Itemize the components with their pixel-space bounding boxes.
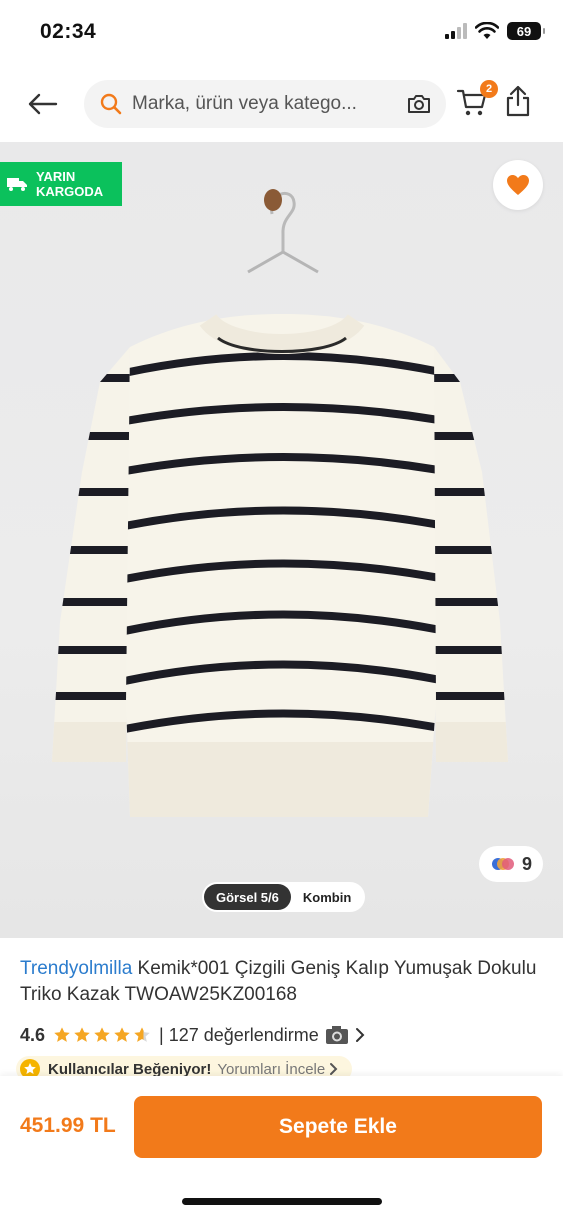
- star-icon: [94, 1027, 110, 1042]
- hanger-bar: [247, 250, 319, 274]
- image-tabs: Görsel 5/6 Kombin: [202, 882, 366, 912]
- rating-value: 4.6: [20, 1024, 46, 1045]
- star-icon: [114, 1027, 130, 1042]
- cargo-text: YARIN KARGODA: [36, 169, 103, 199]
- camera-icon[interactable]: [406, 92, 432, 116]
- tab-kombin[interactable]: Kombin: [291, 884, 363, 910]
- star-icon: [54, 1027, 70, 1042]
- brand-link[interactable]: Trendyolmilla: [20, 958, 132, 979]
- battery-level: 69: [516, 23, 532, 39]
- home-indicator[interactable]: [182, 1198, 382, 1205]
- color-palette-icon: [491, 858, 514, 870]
- bottom-action-bar: 451.99 TL Sepete Ekle: [0, 1076, 563, 1218]
- battery-icon: 69: [507, 22, 545, 40]
- price: 451.99 TL: [20, 1114, 116, 1137]
- top-nav: Marka, ürün veya katego... 2: [0, 72, 563, 136]
- search-placeholder: Marka, ürün veya katego...: [132, 93, 357, 114]
- truck-icon: [7, 178, 27, 191]
- rating-row[interactable]: 4.6 | 127 değerlendirme: [20, 1022, 365, 1048]
- half-star-icon: [134, 1027, 150, 1042]
- review-count: | 127 değerlendirme: [159, 1024, 319, 1045]
- heart-icon: [507, 175, 529, 195]
- signal-icon: [445, 23, 467, 39]
- add-to-cart-button[interactable]: Sepete Ekle: [134, 1096, 542, 1158]
- status-icons: 69: [445, 22, 545, 40]
- camera-photo-icon: [325, 1026, 348, 1044]
- hanger-knob: [264, 189, 282, 211]
- favorite-button[interactable]: [493, 160, 543, 210]
- status-bar: 02:34 69: [0, 0, 563, 68]
- rating-stars: [53, 1026, 151, 1044]
- color-variants-button[interactable]: 9: [479, 846, 543, 882]
- cargo-badge: YARIN KARGODA: [0, 162, 122, 206]
- back-button[interactable]: [22, 86, 62, 122]
- like-text: Kullanıcılar Beğeniyor!: [48, 1060, 212, 1078]
- product-image-gallery[interactable]: YARIN KARGODA 9 Görsel 5/6 Kombin: [0, 142, 563, 938]
- status-time: 02:34: [40, 20, 97, 43]
- cart-count-badge: 2: [480, 80, 498, 98]
- product-title: Trendyolmilla Kemik*001 Çizgili Geniş Ka…: [20, 956, 545, 1008]
- reviews-inspect-link[interactable]: Yorumları İncele: [217, 1061, 325, 1078]
- cargo-line1: YARIN: [36, 169, 76, 184]
- color-count: 9: [521, 853, 532, 874]
- star-icon: [74, 1027, 90, 1042]
- share-icon: [506, 85, 530, 117]
- reviews-link[interactable]: | 127 değerlendirme: [159, 1025, 365, 1046]
- back-arrow-icon: [28, 93, 58, 115]
- cart-button[interactable]: 2: [456, 80, 498, 122]
- sweater-image: [52, 189, 508, 817]
- wifi-icon: [475, 22, 499, 39]
- cargo-line2: KARGODA: [36, 184, 104, 199]
- search-input[interactable]: Marka, ürün veya katego...: [84, 80, 446, 128]
- share-button[interactable]: [504, 84, 536, 122]
- chevron-right-icon: [330, 1063, 338, 1075]
- search-icon: [100, 93, 122, 115]
- chevron-right-icon: [355, 1028, 365, 1042]
- tab-gorsel[interactable]: Görsel 5/6: [204, 884, 291, 910]
